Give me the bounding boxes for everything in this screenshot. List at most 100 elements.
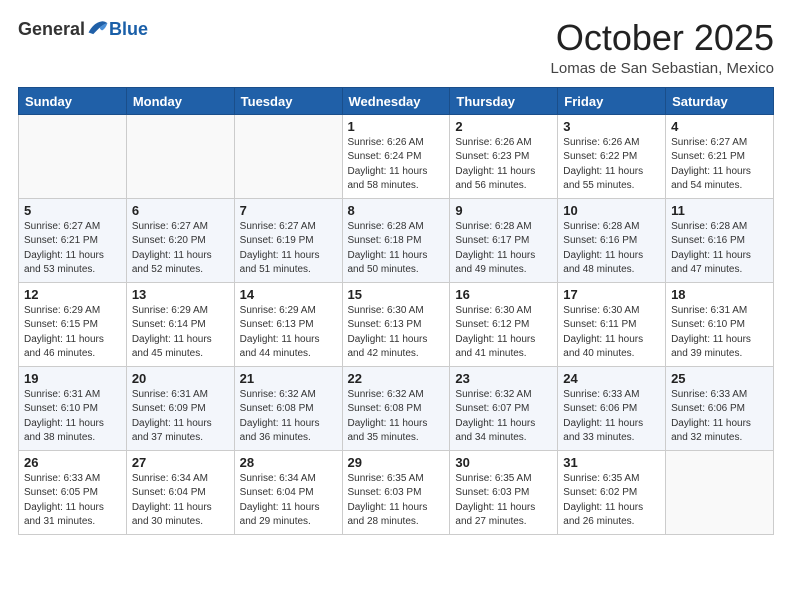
header: General Blue October 2025 Lomas de San S…	[18, 18, 774, 77]
sunset-text: Sunset: 6:03 PM	[348, 487, 422, 498]
sunset-text: Sunset: 6:13 PM	[240, 319, 314, 330]
sunrise-text: Sunrise: 6:35 AM	[455, 473, 531, 484]
day-number: 6	[132, 203, 229, 218]
sunrise-text: Sunrise: 6:27 AM	[24, 221, 100, 232]
daylight-text: Daylight: 11 hours and 53 minutes.	[24, 250, 104, 276]
calendar-cell: 8Sunrise: 6:28 AMSunset: 6:18 PMDaylight…	[342, 198, 450, 282]
sunrise-text: Sunrise: 6:34 AM	[240, 473, 316, 484]
sunrise-text: Sunrise: 6:26 AM	[563, 137, 639, 148]
daylight-text: Daylight: 11 hours and 54 minutes.	[671, 166, 751, 192]
sunset-text: Sunset: 6:06 PM	[563, 403, 637, 414]
sunrise-text: Sunrise: 6:31 AM	[24, 389, 100, 400]
day-info: Sunrise: 6:30 AMSunset: 6:12 PMDaylight:…	[455, 304, 552, 362]
sunrise-text: Sunrise: 6:27 AM	[671, 137, 747, 148]
calendar-cell: 19Sunrise: 6:31 AMSunset: 6:10 PMDayligh…	[19, 366, 127, 450]
sunset-text: Sunset: 6:19 PM	[240, 235, 314, 246]
daylight-text: Daylight: 11 hours and 41 minutes.	[455, 334, 535, 360]
sunrise-text: Sunrise: 6:29 AM	[132, 305, 208, 316]
day-info: Sunrise: 6:27 AMSunset: 6:19 PMDaylight:…	[240, 220, 337, 278]
calendar-cell: 17Sunrise: 6:30 AMSunset: 6:11 PMDayligh…	[558, 282, 666, 366]
day-info: Sunrise: 6:32 AMSunset: 6:07 PMDaylight:…	[455, 388, 552, 446]
calendar-cell: 23Sunrise: 6:32 AMSunset: 6:07 PMDayligh…	[450, 366, 558, 450]
day-number: 4	[671, 119, 768, 134]
daylight-text: Daylight: 11 hours and 45 minutes.	[132, 334, 212, 360]
sunrise-text: Sunrise: 6:28 AM	[563, 221, 639, 232]
calendar-cell: 7Sunrise: 6:27 AMSunset: 6:19 PMDaylight…	[234, 198, 342, 282]
calendar-cell: 1Sunrise: 6:26 AMSunset: 6:24 PMDaylight…	[342, 114, 450, 198]
sunset-text: Sunset: 6:21 PM	[671, 151, 745, 162]
header-tuesday: Tuesday	[234, 87, 342, 114]
daylight-text: Daylight: 11 hours and 51 minutes.	[240, 250, 320, 276]
day-number: 12	[24, 287, 121, 302]
calendar-cell: 30Sunrise: 6:35 AMSunset: 6:03 PMDayligh…	[450, 450, 558, 534]
calendar-cell: 21Sunrise: 6:32 AMSunset: 6:08 PMDayligh…	[234, 366, 342, 450]
daylight-text: Daylight: 11 hours and 40 minutes.	[563, 334, 643, 360]
day-number: 29	[348, 455, 445, 470]
calendar-cell: 15Sunrise: 6:30 AMSunset: 6:13 PMDayligh…	[342, 282, 450, 366]
sunrise-text: Sunrise: 6:32 AM	[455, 389, 531, 400]
sunrise-text: Sunrise: 6:28 AM	[455, 221, 531, 232]
daylight-text: Daylight: 11 hours and 29 minutes.	[240, 502, 320, 528]
header-saturday: Saturday	[666, 87, 774, 114]
sunrise-text: Sunrise: 6:27 AM	[132, 221, 208, 232]
sunrise-text: Sunrise: 6:28 AM	[671, 221, 747, 232]
calendar-week-3: 12 Sunrise: 6:29 AM Sunset: 6:15 PM Dayligh…	[19, 282, 774, 366]
logo-bird-icon	[87, 18, 109, 36]
daylight-text: Daylight: 11 hours and 49 minutes.	[455, 250, 535, 276]
daylight-text: Daylight: 11 hours and 42 minutes.	[348, 334, 428, 360]
day-info: Sunrise: 6:26 AMSunset: 6:23 PMDaylight:…	[455, 136, 552, 194]
calendar-week-4: 19Sunrise: 6:31 AMSunset: 6:10 PMDayligh…	[19, 366, 774, 450]
calendar-week-5: 26Sunrise: 6:33 AMSunset: 6:05 PMDayligh…	[19, 450, 774, 534]
header-wednesday: Wednesday	[342, 87, 450, 114]
day-info: Sunrise: 6:32 AMSunset: 6:08 PMDaylight:…	[348, 388, 445, 446]
day-info: Sunrise: 6:27 AM Sunset: 6:21 PM Daylight:…	[671, 136, 768, 194]
weekday-header-row: Sunday Monday Tuesday Wednesday Thursday…	[19, 87, 774, 114]
daylight-text: Daylight: 11 hours and 37 minutes.	[132, 418, 212, 444]
calendar-cell: 9Sunrise: 6:28 AMSunset: 6:17 PMDaylight…	[450, 198, 558, 282]
sunrise-text: Sunrise: 6:28 AM	[348, 221, 424, 232]
day-number: 22	[348, 371, 445, 386]
calendar-cell: 24Sunrise: 6:33 AMSunset: 6:06 PMDayligh…	[558, 366, 666, 450]
sunset-text: Sunset: 6:15 PM	[24, 319, 98, 330]
sunrise-text: Sunrise: 6:30 AM	[348, 305, 424, 316]
day-info: Sunrise: 6:31 AMSunset: 6:10 PMDaylight:…	[24, 388, 121, 446]
sunset-text: Sunset: 6:04 PM	[132, 487, 206, 498]
calendar-cell: 18Sunrise: 6:31 AMSunset: 6:10 PMDayligh…	[666, 282, 774, 366]
sunset-text: Sunset: 6:13 PM	[348, 319, 422, 330]
sunrise-text: Sunrise: 6:35 AM	[563, 473, 639, 484]
title-block: October 2025 Lomas de San Sebastian, Mex…	[551, 18, 774, 77]
daylight-text: Daylight: 11 hours and 36 minutes.	[240, 418, 320, 444]
header-friday: Friday	[558, 87, 666, 114]
calendar-week-1: 1 Sunrise: 6:26 AM Sunset: 6:24 PM Daylight…	[19, 114, 774, 198]
day-info: Sunrise: 6:35 AMSunset: 6:03 PMDaylight:…	[348, 472, 445, 530]
calendar-cell: 25Sunrise: 6:33 AMSunset: 6:06 PMDayligh…	[666, 366, 774, 450]
sunset-text: Sunset: 6:24 PM	[348, 151, 422, 162]
sunset-text: Sunset: 6:16 PM	[563, 235, 637, 246]
day-number: 21	[240, 371, 337, 386]
sunset-text: Sunset: 6:12 PM	[455, 319, 529, 330]
daylight-text: Daylight: 11 hours and 35 minutes.	[348, 418, 428, 444]
sunset-text: Sunset: 6:06 PM	[671, 403, 745, 414]
month-title: October 2025	[551, 18, 774, 58]
day-info: Sunrise: 6:33 AMSunset: 6:06 PMDaylight:…	[671, 388, 768, 446]
day-info: Sunrise: 6:27 AMSunset: 6:21 PMDaylight:…	[24, 220, 121, 278]
day-number: 18	[671, 287, 768, 302]
header-sunday: Sunday	[19, 87, 127, 114]
sunrise-text: Sunrise: 6:34 AM	[132, 473, 208, 484]
calendar-cell: 13Sunrise: 6:29 AMSunset: 6:14 PMDayligh…	[126, 282, 234, 366]
calendar-cell: 22 Sunrise: 6:32 AMSunset: 6:08 PMDayligh…	[342, 366, 450, 450]
day-info: Sunrise: 6:30 AMSunset: 6:11 PMDaylight:…	[563, 304, 660, 362]
day-number: 24	[563, 371, 660, 386]
day-info: Sunrise: 6:27 AMSunset: 6:20 PMDaylight:…	[132, 220, 229, 278]
daylight-text: Daylight: 11 hours and 27 minutes.	[455, 502, 535, 528]
sunset-text: Sunset: 6:05 PM	[24, 487, 98, 498]
header-monday: Monday	[126, 87, 234, 114]
day-number: 1	[348, 119, 445, 134]
header-thursday: Thursday	[450, 87, 558, 114]
sunrise-text: Sunrise: 6:33 AM	[563, 389, 639, 400]
logo-general-text: General	[18, 20, 85, 38]
calendar-cell	[126, 114, 234, 198]
daylight-text: Daylight: 11 hours and 58 minutes.	[348, 166, 428, 192]
sunset-text: Sunset: 6:11 PM	[563, 319, 636, 330]
sunset-text: Sunset: 6:07 PM	[455, 403, 529, 414]
